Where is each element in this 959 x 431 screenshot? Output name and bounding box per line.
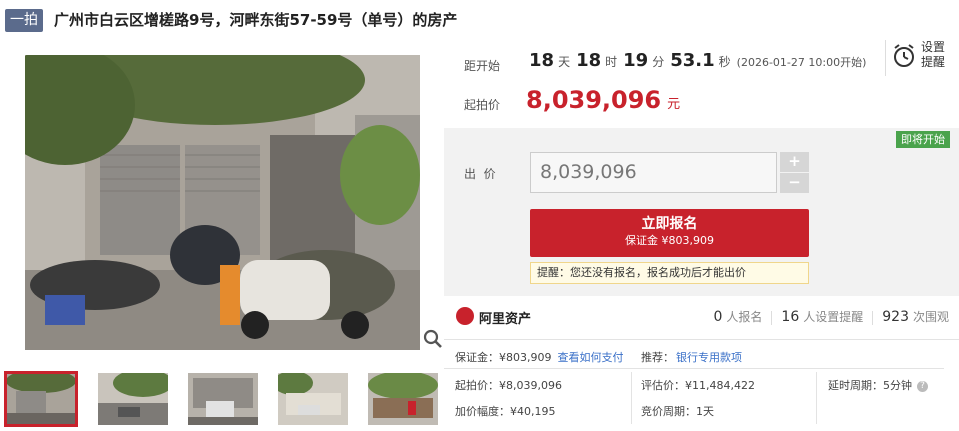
status-badge: 即将开始 (896, 131, 950, 148)
appraisal-info: 评估价：¥11,484,422 (641, 379, 755, 392)
help-icon[interactable]: ? (917, 380, 928, 392)
decrease-bid-button[interactable]: − (780, 173, 809, 193)
auction-round-badge: 一拍 (5, 9, 43, 32)
bid-section: 即将开始 出 价 8,039,096 + − 立即报名 保证金 ¥803,909… (444, 128, 959, 296)
increment-info: 加价幅度：¥40,195 (455, 405, 556, 418)
countdown-minutes: 19 (623, 50, 649, 71)
thumbnail-4[interactable] (278, 373, 348, 425)
platform-name[interactable]: 阿里资产 (479, 308, 531, 327)
thumbnail-5[interactable] (368, 373, 438, 425)
delay-period-info: 延时周期：5分钟? (828, 377, 928, 393)
thumbnail-3[interactable] (188, 373, 258, 425)
countdown-section: 距开始 18 天 18 时 19 分 53.1 秒 (2026-01-27 10:00开始) 起… (444, 40, 959, 128)
start-time-note: (2026-01-27 10:00开始) (736, 56, 867, 69)
deposit-info: 保证金：¥803,909 查看如何支付 (455, 351, 624, 364)
countdown-label: 距开始 (464, 59, 501, 73)
zoom-icon[interactable] (422, 328, 444, 350)
countdown-timer: 18 天 18 时 19 分 53.1 秒 (2026-01-27 10:00开始) (529, 50, 867, 71)
start-price-info: 起拍价：¥8,039,096 (455, 379, 562, 392)
page-title: 广州市白云区增槎路9号，河畔东街57-59号（单号）的房产 (54, 11, 458, 29)
bank-funds-link[interactable]: 银行专用款项 (676, 351, 742, 364)
bidding-period-info: 竞价周期：1天 (641, 405, 714, 418)
main-property-photo[interactable] (25, 55, 420, 350)
set-reminder-button[interactable]: 设置 提醒 (885, 40, 959, 76)
platform-bar: 阿里资产 0 人报名 16 人设置提醒 923 次围观 (444, 296, 959, 340)
increase-bid-button[interactable]: + (780, 152, 809, 172)
thumbnail-1[interactable] (4, 371, 78, 427)
bid-label: 出 价 (464, 167, 496, 181)
start-price: 8,039,096 元 (526, 86, 681, 114)
auction-stats: 0 人报名 16 人设置提醒 923 次围观 (713, 309, 949, 325)
ali-assets-logo-icon (456, 307, 474, 325)
countdown-hours: 18 (576, 50, 602, 71)
start-price-label: 起拍价 (464, 98, 501, 112)
alarm-clock-icon (894, 44, 914, 67)
bid-amount-input[interactable]: 8,039,096 (530, 152, 777, 193)
how-to-pay-link[interactable]: 查看如何支付 (558, 351, 624, 364)
signup-tip: 提醒：您还没有报名，报名成功后才能出价 (530, 262, 809, 284)
countdown-days: 18 (529, 50, 555, 71)
signup-button[interactable]: 立即报名 保证金 ¥803,909 (530, 209, 809, 257)
thumbnail-strip (0, 370, 444, 431)
countdown-seconds: 53.1 (670, 50, 715, 71)
auction-panel: 距开始 18 天 18 时 19 分 53.1 秒 (2026-01-27 10:00开始) 起… (444, 40, 959, 431)
auction-page: 一拍 广州市白云区增槎路9号，河畔东街57-59号（单号）的房产 距开始 18 … (0, 0, 959, 431)
recommend-info: 推荐： 银行专用款项 (641, 351, 742, 364)
thumbnail-2[interactable] (98, 373, 168, 425)
